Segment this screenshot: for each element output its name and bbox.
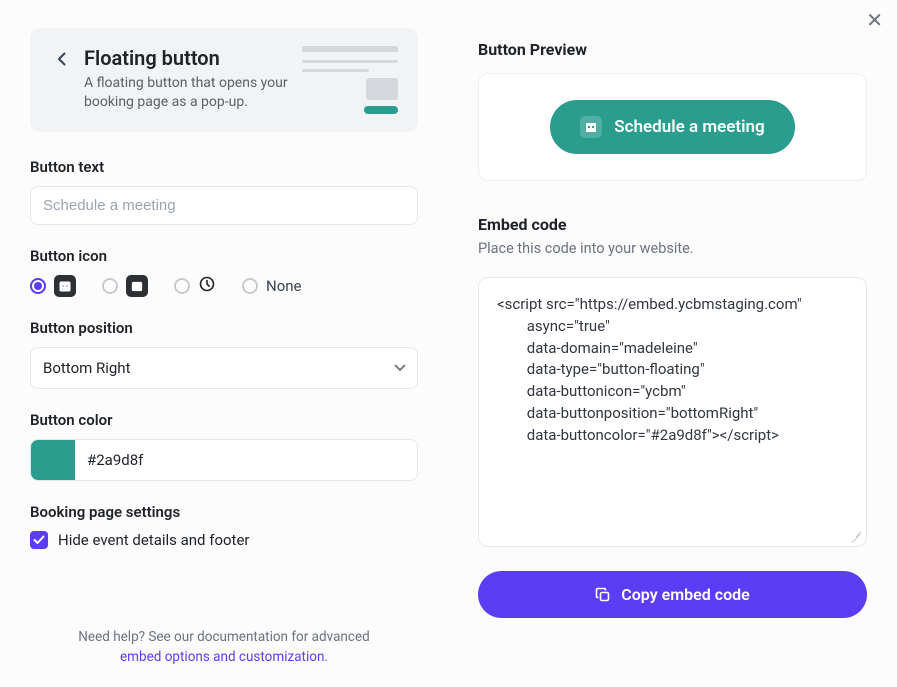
radio-icon <box>242 278 258 294</box>
embed-code-label: Embed code <box>478 215 867 234</box>
right-panel: Button Preview Schedule a meeting Embed … <box>448 0 897 687</box>
header-title: Floating button <box>84 46 290 70</box>
button-position-select[interactable]: Bottom Right <box>30 347 418 389</box>
button-text-label: Button text <box>30 158 418 176</box>
preview-floating-button[interactable]: Schedule a meeting <box>550 100 794 154</box>
booking-settings-label: Booking page settings <box>30 503 418 521</box>
embed-code-hint: Place this code into your website. <box>478 240 867 257</box>
header-description: A floating button that opens your bookin… <box>84 74 290 112</box>
ycbm-icon <box>54 275 76 297</box>
booking-settings-section: Booking page settings Hide event details… <box>30 503 418 549</box>
help-text: Need help? See our documentation for adv… <box>78 629 369 645</box>
icon-option-ycbm[interactable] <box>30 275 76 297</box>
radio-icon <box>30 278 46 294</box>
close-icon[interactable]: ✕ <box>866 10 883 30</box>
button-icon-label: Button icon <box>30 247 418 265</box>
chevron-down-icon <box>394 364 406 372</box>
button-icon-section: Button icon <box>30 247 418 297</box>
color-hex-value: #2a9d8f <box>75 440 417 480</box>
button-color-section: Button color #2a9d8f <box>30 411 418 481</box>
copy-icon <box>595 587 611 603</box>
copy-button-label: Copy embed code <box>621 585 749 604</box>
color-swatch <box>31 440 75 480</box>
floating-button-thumbnail <box>302 46 398 114</box>
help-footer: Need help? See our documentation for adv… <box>30 627 418 668</box>
radio-icon <box>102 278 118 294</box>
chevron-left-icon <box>57 52 66 66</box>
help-link[interactable]: embed options and customization. <box>120 649 328 665</box>
button-text-input[interactable] <box>30 186 418 225</box>
none-label: None <box>266 277 302 295</box>
preview-box: Schedule a meeting <box>478 73 867 181</box>
hide-details-label: Hide event details and footer <box>58 531 250 549</box>
left-panel: Floating button A floating button that o… <box>0 0 448 687</box>
embed-code-textarea[interactable]: <script src="https://embed.ycbmstaging.c… <box>478 277 867 547</box>
header-card: Floating button A floating button that o… <box>30 28 418 132</box>
checkbox-icon <box>30 531 48 549</box>
calendar-icon <box>126 275 148 297</box>
button-color-input[interactable]: #2a9d8f <box>30 439 418 481</box>
resize-handle-icon[interactable] <box>850 530 862 542</box>
copy-embed-button[interactable]: Copy embed code <box>478 571 867 618</box>
icon-option-calendar[interactable] <box>102 275 148 297</box>
button-position-label: Button position <box>30 319 418 337</box>
back-button[interactable] <box>50 48 72 70</box>
button-position-section: Button position Bottom Right <box>30 319 418 389</box>
button-text-section: Button text <box>30 158 418 225</box>
embed-config-modal: ✕ Floating button A floating button that… <box>0 0 897 687</box>
icon-option-clock[interactable] <box>174 275 216 297</box>
preview-button-text: Schedule a meeting <box>614 117 764 137</box>
preview-label: Button Preview <box>478 40 867 59</box>
ycbm-icon <box>580 116 602 138</box>
button-color-label: Button color <box>30 411 418 429</box>
icon-option-none[interactable]: None <box>242 277 302 295</box>
hide-details-checkbox[interactable]: Hide event details and footer <box>30 531 418 549</box>
radio-icon <box>174 278 190 294</box>
clock-icon <box>198 275 216 297</box>
